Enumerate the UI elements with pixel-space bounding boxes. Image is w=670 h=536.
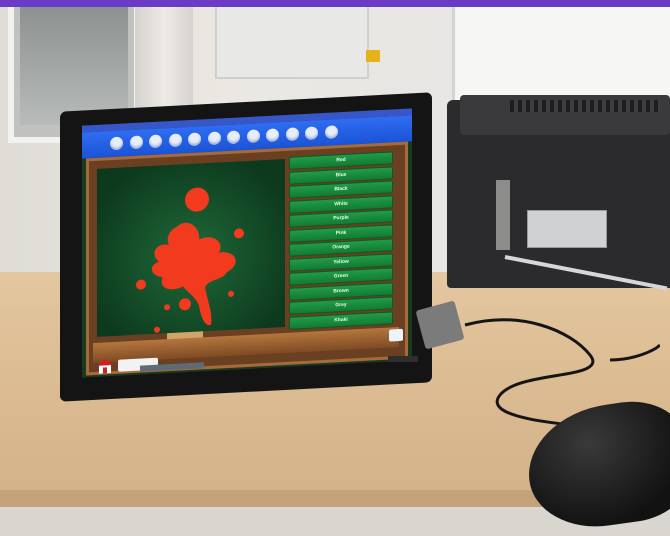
top-frame-bar [0,0,670,7]
game-screen: Red Blue Black White Purple Pink Orange Yellow G… [82,108,412,378]
printer-vents [510,100,660,112]
clip-icon[interactable] [389,328,403,342]
progress-pip [110,136,123,151]
progress-pip [168,133,182,148]
progress-pip [207,131,221,146]
printer-port [496,180,510,250]
progress-pip [149,134,162,149]
progress-pip [266,128,279,143]
chalkboard [97,159,285,337]
color-button-list: Red Blue Black White Purple Pink Orange Yellow G… [289,151,393,330]
cabinet-lock [366,50,380,62]
paint-splat-icon [136,187,244,333]
progress-pip [246,129,260,144]
wall-cabinet [215,7,369,79]
progress-pip [129,135,143,150]
progress-pip [188,132,201,147]
progress-pip [324,125,338,139]
wooden-board: Red Blue Black White Purple Pink Orange Yellow G… [86,141,408,376]
progress-pip [285,127,299,141]
printer-label [527,210,607,248]
monitor-brand-mark [388,356,418,362]
progress-pip [305,126,318,140]
home-icon[interactable] [95,357,115,374]
progress-pip [227,130,240,145]
